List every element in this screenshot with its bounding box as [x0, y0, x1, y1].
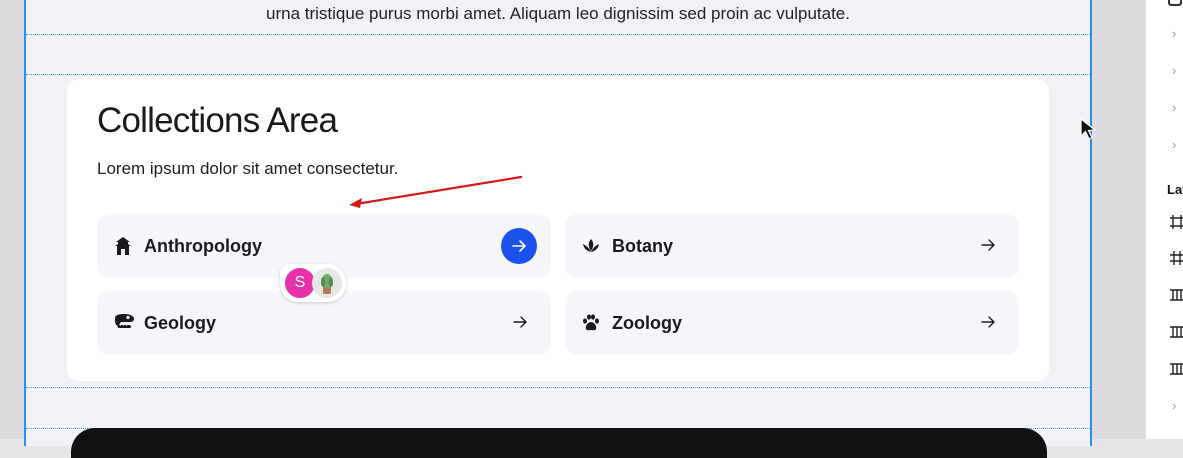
layers-section-label: Lay: [1167, 182, 1183, 197]
leaf-icon: [581, 236, 603, 256]
frame-layer-icon[interactable]: [1169, 214, 1183, 230]
chevron-right-icon[interactable]: ›: [1172, 26, 1176, 41]
page-frame[interactable]: urna tristique purus morbi amet. Aliquam…: [24, 0, 1092, 458]
section-guide-line: [26, 34, 1090, 35]
chevron-right-icon[interactable]: ›: [1172, 398, 1176, 413]
pagoda-icon: [113, 236, 135, 256]
arrow-right-icon[interactable]: [979, 236, 997, 254]
chevron-right-icon[interactable]: ›: [1172, 63, 1176, 78]
columns-layer-icon[interactable]: [1169, 324, 1183, 340]
arrow-right-icon[interactable]: [501, 228, 537, 264]
paw-icon: [581, 313, 603, 333]
collections-card[interactable]: Collections Area Lorem ipsum dolor sit a…: [67, 79, 1049, 381]
collections-title: Collections Area: [97, 101, 338, 140]
collection-tile-zoology[interactable]: Zoology: [565, 291, 1019, 355]
collaborator-cursors[interactable]: S: [280, 264, 346, 302]
section-guide-line: [26, 74, 1090, 75]
dinosaur-skull-icon: [113, 313, 135, 333]
collection-label: Geology: [144, 313, 217, 333]
intro-paragraph: urna tristique purus morbi amet. Aliquam…: [266, 4, 850, 23]
mouse-pointer-icon: [1080, 117, 1097, 140]
collaborator-avatar[interactable]: S: [285, 268, 315, 298]
panel-toggle-icon[interactable]: [1168, 0, 1182, 6]
design-canvas: urna tristique purus morbi amet. Aliquam…: [0, 0, 1145, 458]
columns-layer-icon[interactable]: [1169, 287, 1183, 303]
layers-panel: › › › › Lay ›: [1145, 0, 1183, 439]
collections-subtitle: Lorem ipsum dolor sit amet consectetur.: [97, 159, 399, 178]
arrow-right-icon[interactable]: [511, 313, 529, 331]
chevron-right-icon[interactable]: ›: [1172, 100, 1176, 115]
arrow-right-icon[interactable]: [979, 313, 997, 331]
footer-section-edge: [71, 428, 1047, 458]
section-guide-line: [26, 387, 1090, 388]
collection-label: Anthropology: [144, 236, 262, 256]
collection-tile-botany[interactable]: Botany: [565, 214, 1019, 278]
chevron-right-icon[interactable]: ›: [1172, 137, 1176, 152]
collaborator-avatar-plant[interactable]: [312, 268, 342, 298]
collection-label: Botany: [612, 236, 674, 256]
grid-layer-icon[interactable]: [1169, 250, 1183, 266]
columns-layer-icon[interactable]: [1169, 361, 1183, 377]
collection-label: Zoology: [612, 313, 682, 333]
